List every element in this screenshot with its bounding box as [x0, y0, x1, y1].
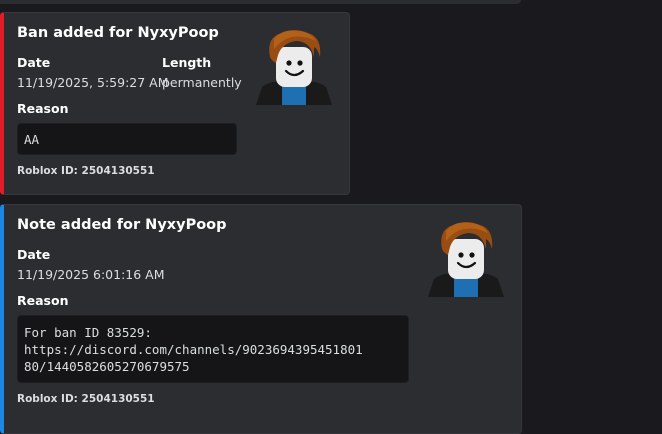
date-field-label: Date	[17, 247, 51, 262]
previous-embed-edge	[0, 0, 521, 4]
length-field-value: permanently	[162, 75, 242, 90]
note-embed: Note added for NyxyPoop Date 11/19/2025 …	[0, 204, 522, 434]
date-field-label: Date	[17, 55, 51, 70]
reason-field-label: Reason	[17, 101, 69, 116]
reason-codeblock: AA	[17, 123, 237, 155]
reason-codeblock: For ban ID 83529: https://discord.com/ch…	[17, 315, 409, 383]
embed-footer: Roblox ID: 2504130551	[17, 165, 155, 177]
embed-footer: Roblox ID: 2504130551	[17, 393, 155, 405]
date-field-value: 11/19/2025, 5:59:27 AM	[17, 75, 169, 90]
embed-title: Ban added for NyxyPoop	[17, 25, 219, 41]
reason-field-label: Reason	[17, 293, 69, 308]
roblox-avatar-icon[interactable]	[424, 219, 508, 297]
ban-embed: Ban added for NyxyPoop Date 11/19/2025, …	[0, 12, 350, 195]
roblox-avatar-icon[interactable]	[252, 27, 336, 105]
date-field-value: 11/19/2025 6:01:16 AM	[17, 267, 165, 282]
embed-title: Note added for NyxyPoop	[17, 217, 227, 233]
length-field-label: Length	[162, 55, 212, 70]
